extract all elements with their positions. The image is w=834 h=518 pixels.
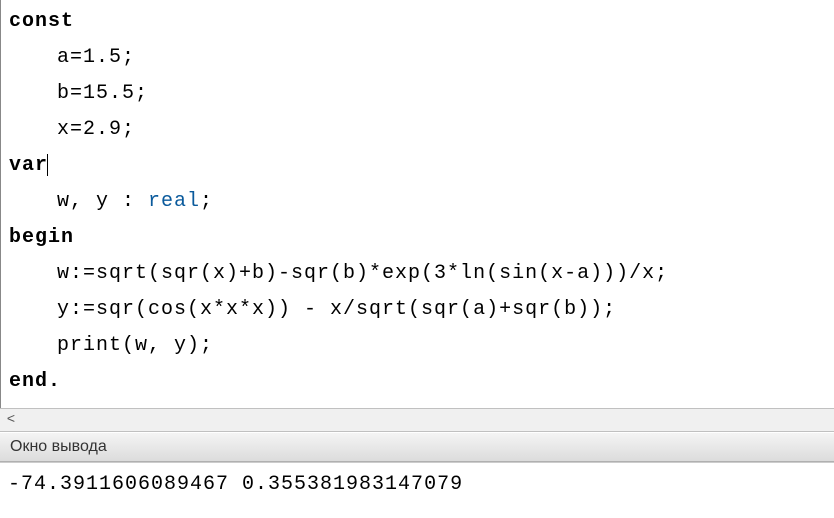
code-editor[interactable]: const a=1.5; b=15.5; x=2.9; var w, y : r…	[0, 0, 834, 408]
text-cursor	[47, 154, 48, 176]
code-line: print(w, y);	[1, 328, 834, 364]
code-line: const	[1, 4, 834, 40]
output-panel: Окно вывода -74.3911606089467 0.35538198…	[0, 432, 834, 506]
keyword-begin: begin	[9, 226, 74, 249]
code-line: end.	[1, 364, 834, 400]
horizontal-scrollbar[interactable]: <	[0, 408, 834, 432]
scroll-left-arrow-icon[interactable]: <	[0, 409, 22, 431]
code-line: w:=sqrt(sqr(x)+b)-sqr(b)*exp(3*ln(sin(x-…	[1, 256, 834, 292]
var-decl-post: ;	[200, 190, 213, 213]
code-line: begin	[1, 220, 834, 256]
code-line: w, y : real;	[1, 184, 834, 220]
type-real: real	[148, 190, 200, 213]
code-line: y:=sqr(cos(x*x*x)) - x/sqrt(sqr(a)+sqr(b…	[1, 292, 834, 328]
var-decl-pre: w, y :	[57, 190, 148, 213]
code-line: b=15.5;	[1, 76, 834, 112]
code-line: var	[1, 148, 834, 184]
output-result: -74.3911606089467 0.355381983147079	[0, 462, 834, 506]
code-line: x=2.9;	[1, 112, 834, 148]
code-line: a=1.5;	[1, 40, 834, 76]
keyword-var: var	[9, 154, 48, 177]
output-panel-title: Окно вывода	[0, 432, 834, 462]
keyword-const: const	[9, 10, 74, 33]
keyword-end: end.	[9, 370, 61, 393]
